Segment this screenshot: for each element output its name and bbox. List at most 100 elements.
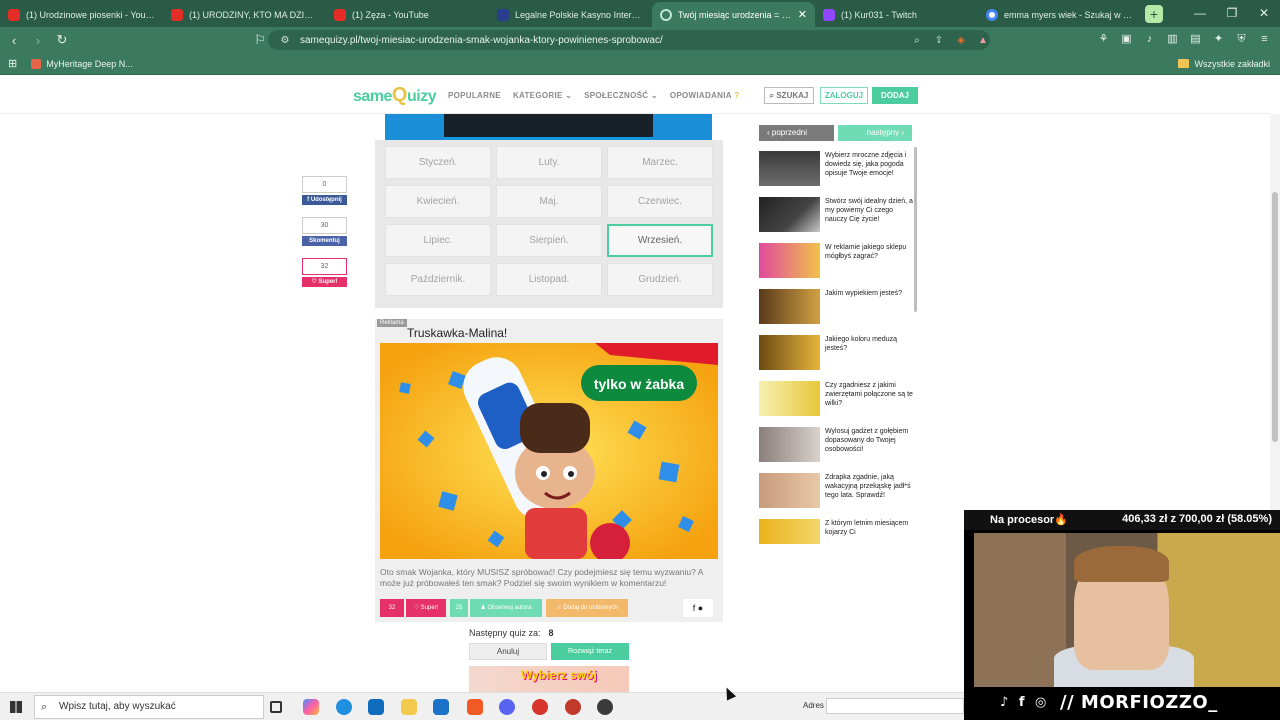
reload-icon[interactable]: ↻	[52, 32, 72, 48]
taskbar-search[interactable]: ⌕ Wpisz tutaj, aby wyszukać	[34, 695, 264, 719]
quiz-title: Czy zgadniesz z jakimi zwierzętami połąc…	[825, 382, 913, 407]
related-quiz-item[interactable]: Wybierz mroczne zdjęcia i dowiedz się, j…	[759, 149, 917, 186]
forward-icon[interactable]: ›	[28, 33, 48, 48]
sidebar-scrollbar[interactable]	[914, 147, 917, 312]
menu-icon[interactable]: ≡	[1257, 32, 1272, 47]
league-icon[interactable]	[597, 699, 613, 715]
share-icon[interactable]: ⇪	[932, 35, 946, 46]
related-quiz-item[interactable]: Wylosuj gadżet z gołębiem dopasowany do …	[759, 425, 917, 462]
answer-option[interactable]: Listopad.	[496, 263, 602, 296]
answer-option[interactable]: Lipiec.	[385, 224, 491, 257]
app-icon[interactable]	[532, 699, 548, 715]
outlook-icon[interactable]	[368, 699, 384, 715]
next-button[interactable]: następny ›	[838, 125, 912, 141]
rewards-icon[interactable]: ▲	[976, 35, 990, 46]
answer-option[interactable]: Styczeń.	[385, 146, 491, 179]
messenger-icon[interactable]: ●	[698, 603, 703, 613]
nav-popularne[interactable]: POPULARNE	[448, 91, 501, 100]
share-button[interactable]: f Udostępnij	[302, 195, 347, 205]
url-text[interactable]: samequizy.pl/twoj-miesiac-urodzenia-smak…	[300, 35, 902, 46]
related-quiz-item[interactable]: W reklamie jakiego sklepu mógłbyś zagrać…	[759, 241, 917, 278]
site-header: sameQuizy POPULARNE KATEGORIE ⌄ SPOŁECZN…	[0, 76, 1270, 114]
related-quiz-item[interactable]: Jakiego koloru meduzą jesteś?	[759, 333, 917, 370]
nav-spolecznosc[interactable]: SPOŁECZNOŚĆ ⌄	[584, 91, 658, 100]
super-count: 32	[302, 258, 347, 275]
bookmark-item[interactable]: MyHeritage Deep N...	[31, 58, 133, 69]
store-icon[interactable]	[433, 699, 449, 715]
previous-button[interactable]: ‹ poprzedni	[759, 125, 834, 141]
obs-icon[interactable]	[565, 699, 581, 715]
minimize-icon[interactable]: —	[1184, 0, 1216, 27]
discord-icon[interactable]	[499, 699, 515, 715]
address-toolbar-input[interactable]	[826, 698, 964, 714]
samequizy-logo[interactable]: sameQuizy	[353, 84, 437, 107]
zoom-icon[interactable]: ⌕	[910, 35, 924, 46]
extension-icon[interactable]: ⚘	[1096, 32, 1111, 47]
wallet-icon[interactable]: ▤	[1188, 32, 1203, 47]
related-quiz-item[interactable]: Z którym letnim miesiącem kojarzy Ci	[759, 517, 917, 544]
bookmark-icon[interactable]: ⚐	[250, 32, 270, 48]
copilot-icon[interactable]	[303, 699, 319, 715]
solve-now-button[interactable]: Rozwiąż teraz	[551, 643, 629, 660]
result-image[interactable]: tylko w żabka	[380, 343, 718, 559]
close-tab-icon[interactable]: ✕	[798, 8, 807, 21]
browser-tab[interactable]: (1) Zęza - YouTube	[326, 2, 489, 27]
restore-icon[interactable]: ❐	[1216, 0, 1248, 27]
related-quiz-item[interactable]: Zdrapka zgadnie, jaką wakacyjną przekąsk…	[759, 471, 917, 508]
all-bookmarks[interactable]: Wszystkie zakładki	[1178, 59, 1270, 69]
file-explorer-icon[interactable]	[401, 699, 417, 715]
task-view-icon[interactable]	[270, 701, 282, 713]
related-quiz-item[interactable]: Stwórz swój idealny dzień, a my powiemy …	[759, 195, 917, 232]
close-window-icon[interactable]: ✕	[1248, 0, 1280, 27]
thumbnail-text: Wybierz swój	[521, 668, 597, 682]
answer-option[interactable]: Grudzień.	[607, 263, 713, 296]
browser-tab[interactable]: (1) Urodzinowe piosenki - YouTube	[0, 2, 163, 27]
answer-option[interactable]: Maj.	[496, 185, 602, 218]
brave-icon[interactable]	[467, 699, 483, 715]
answer-option[interactable]: Październik.	[385, 263, 491, 296]
add-favorites-button[interactable]: ☆ Dodaj do ulubionych	[546, 599, 628, 617]
follow-author-button[interactable]: ♟ Obserwuj autora	[470, 599, 542, 617]
cancel-button[interactable]: Anuluj	[469, 643, 547, 660]
browser-tab[interactable]: (1) Kur031 - Twitch	[815, 2, 978, 27]
edge-icon[interactable]	[336, 699, 352, 715]
super-button[interactable]: ♡ Super!	[302, 277, 347, 287]
nav-kategorie[interactable]: KATEGORIE ⌄	[513, 91, 572, 100]
search-icon: ⌕	[41, 701, 48, 713]
back-icon[interactable]: ‹	[4, 33, 24, 48]
related-quiz-item[interactable]: Jakim wypiekiem jesteś?	[759, 287, 917, 324]
address-bar[interactable]: ⚙ samequizy.pl/twoj-miesiac-urodzenia-sm…	[268, 30, 990, 50]
related-quiz-item[interactable]: Czy zgadniesz z jakimi zwierzętami połąc…	[759, 379, 917, 416]
browser-tab-active[interactable]: Twój miesiąc urodzenia = Smak ✕	[652, 2, 815, 27]
answer-option[interactable]: Kwiecień.	[385, 185, 491, 218]
next-quiz-thumbnail[interactable]: Wybierz swój	[469, 666, 629, 692]
scrollbar-thumb[interactable]	[1272, 192, 1278, 442]
likes-count: 32	[380, 599, 404, 617]
brave-shield-icon[interactable]: ◈	[954, 35, 968, 46]
screenshot-icon[interactable]: ▣	[1119, 32, 1134, 47]
media-icon[interactable]: ♪	[1142, 32, 1157, 47]
answer-option[interactable]: Marzec.	[607, 146, 713, 179]
add-button[interactable]: DODAJ	[872, 87, 918, 104]
answer-option[interactable]: Sierpień.	[496, 224, 602, 257]
super-like-button[interactable]: ♡ Super!	[406, 599, 446, 617]
facebook-icon[interactable]: f	[693, 603, 696, 613]
sidebar-icon[interactable]: ▥	[1165, 32, 1180, 47]
nav-opowiadania[interactable]: OPOWIADANIA ?	[670, 91, 739, 100]
answer-option[interactable]: Luty.	[496, 146, 602, 179]
search-button[interactable]: ⌕ SZUKAJ	[764, 87, 814, 104]
login-button[interactable]: ZALOGUJ	[820, 87, 868, 104]
browser-tab[interactable]: (1) URODZINY, KTO MA DZIŚ URODZ	[163, 2, 326, 27]
new-tab-button[interactable]: +	[1145, 5, 1163, 23]
browser-tab[interactable]: emma myers wiek - Szukaj w Google	[978, 2, 1141, 27]
answer-option-selected[interactable]: Wrzesień.	[607, 224, 713, 257]
browser-tab[interactable]: Legalne Polskie Kasyno Internetowe	[489, 2, 652, 27]
answer-option[interactable]: Czerwiec.	[607, 185, 713, 218]
site-info-icon[interactable]: ⚙	[278, 35, 292, 46]
folder-icon	[1178, 59, 1190, 68]
windows-start-icon[interactable]	[10, 701, 22, 713]
apps-grid-icon[interactable]: ⊞	[8, 57, 17, 70]
comment-button[interactable]: Skomentuj	[302, 236, 347, 246]
leo-icon[interactable]: ✦	[1211, 32, 1226, 47]
vpn-icon[interactable]: ⛨	[1234, 32, 1249, 47]
